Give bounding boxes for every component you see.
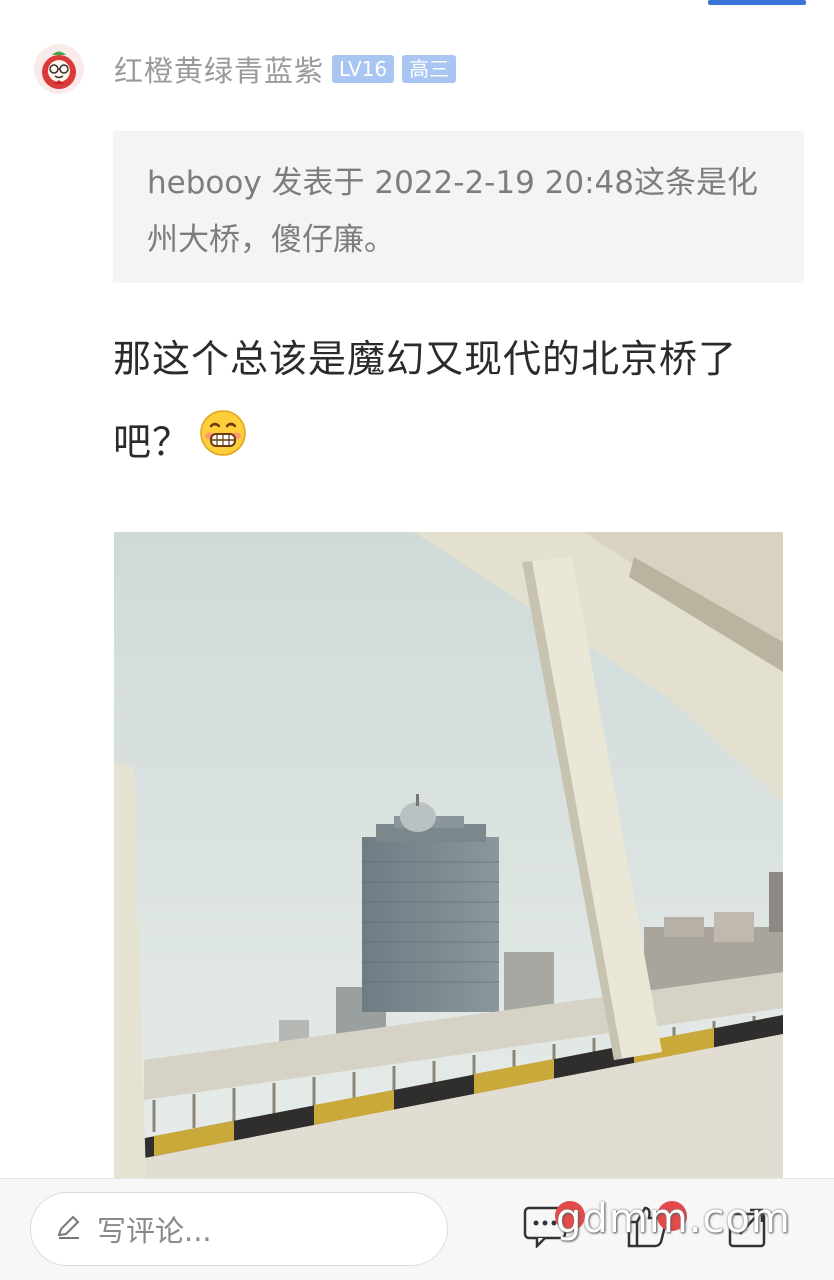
pencil-icon [55, 1213, 83, 1245]
username[interactable]: 红橙黄绿青蓝紫 [114, 48, 324, 90]
post-body: 那这个总该是魔幻又现代的北京桥了 吧？ [113, 318, 773, 486]
comment-input[interactable]: 写评论... [30, 1192, 448, 1266]
post-page: 红橙黄绿青蓝紫 LV16 高三 hebooy 发表于 2022-2-19 20:… [0, 0, 834, 1280]
avatar[interactable] [34, 44, 84, 94]
avatar-image [34, 44, 84, 94]
post-line-1: 那这个总该是魔幻又现代的北京桥了 [113, 337, 738, 381]
user-info: 红橙黄绿青蓝紫 LV16 高三 [114, 47, 457, 91]
level-badge: LV16 [332, 55, 395, 83]
tab-indicator [708, 0, 806, 5]
quote-text: hebooy 发表于 2022-2-19 20:48这条是化州大桥，傻仔廉。 [147, 165, 759, 258]
comment-placeholder: 写评论... [97, 1214, 212, 1248]
post-line-2-wrap: 吧？ [113, 401, 773, 486]
grinning-emoji-icon [199, 403, 247, 486]
post-photo[interactable] [114, 532, 783, 1178]
grade-badge: 高三 [402, 55, 457, 83]
quoted-reply: hebooy 发表于 2022-2-19 20:48这条是化州大桥，傻仔廉。 [113, 131, 804, 283]
site-watermark: gdmm.com [556, 1196, 791, 1242]
bridge-photo-image [114, 532, 783, 1178]
post-line-2: 吧？ [113, 420, 192, 464]
